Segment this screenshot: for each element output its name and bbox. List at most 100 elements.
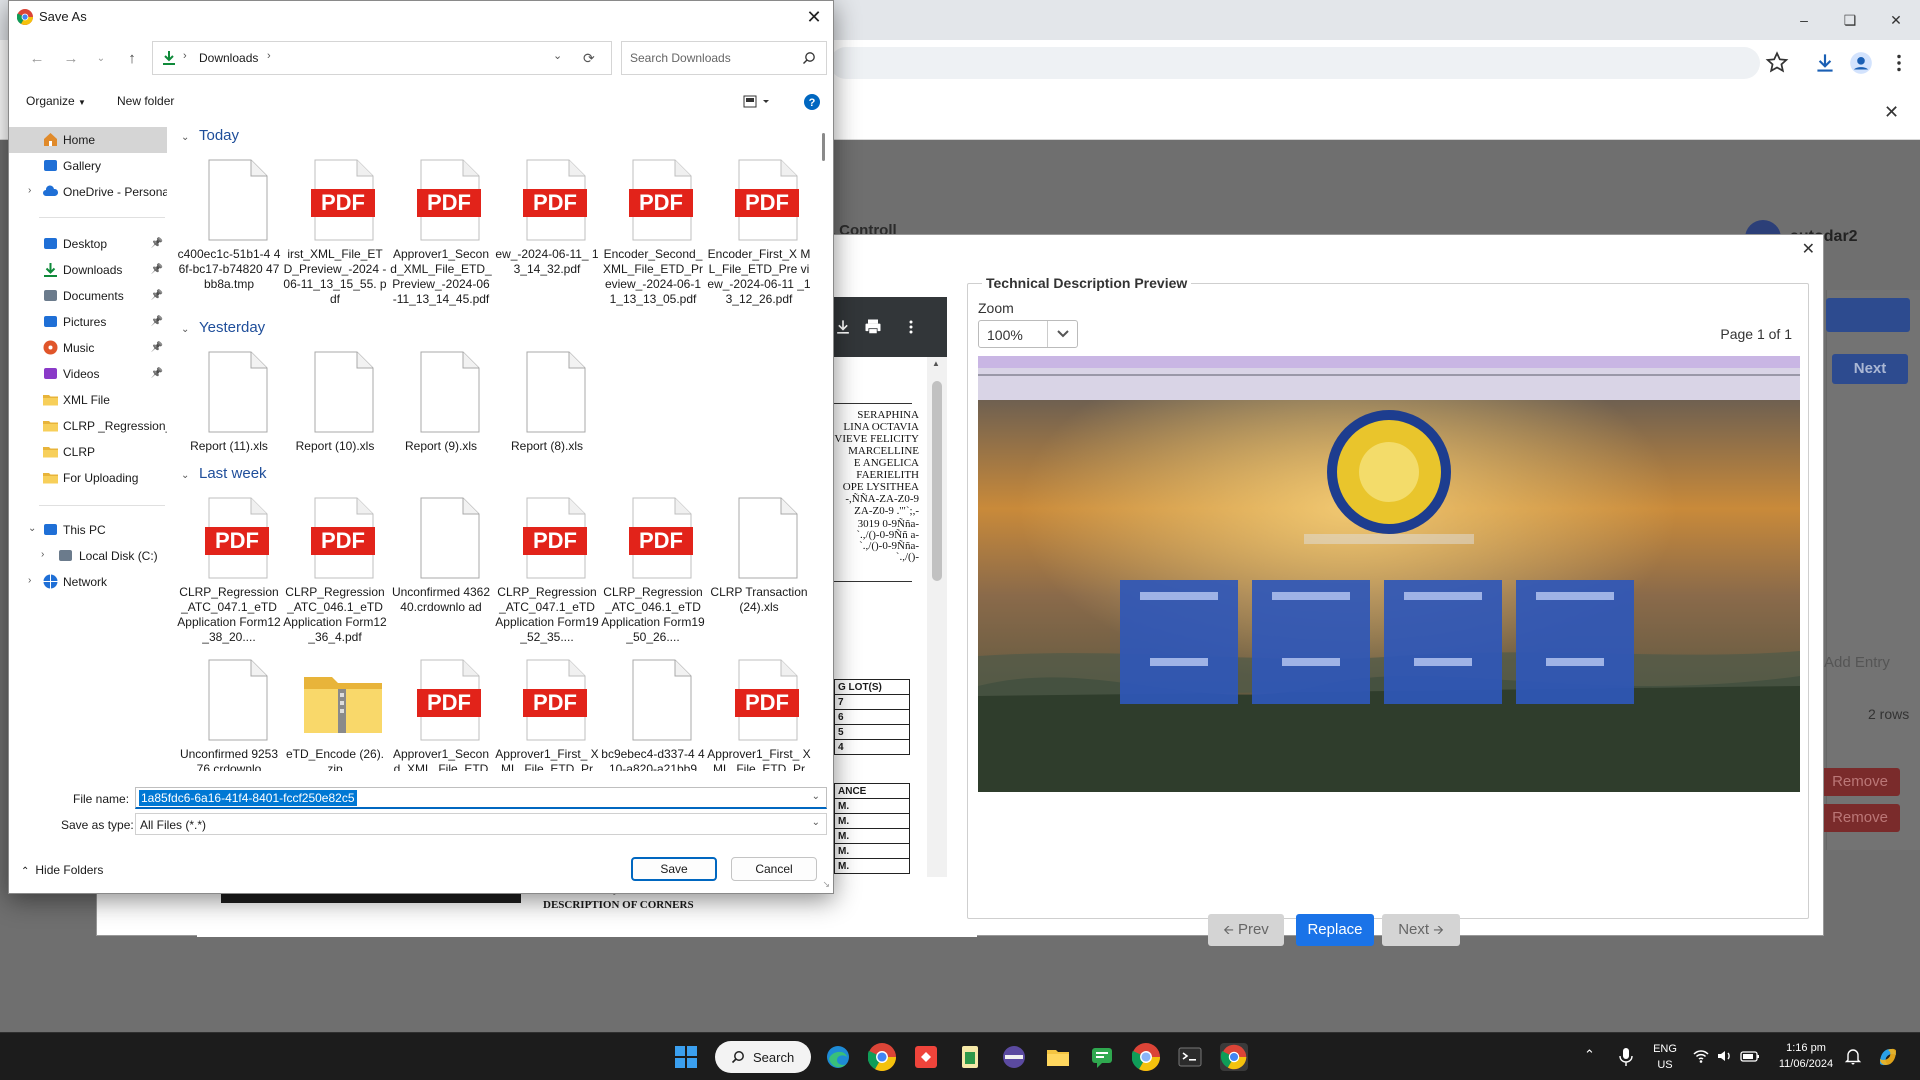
file-item[interactable]: Report (10).xls (283, 351, 387, 487)
nav-item-local-disk-c[interactable]: › Local Disk (C:) (9, 543, 167, 569)
language-bottom[interactable]: US (1650, 1059, 1680, 1071)
edge-icon[interactable] (824, 1043, 852, 1071)
nav-item-xml-file[interactable]: XML File (9, 387, 167, 413)
zoom-select[interactable]: 100% (978, 320, 1078, 348)
pin-icon[interactable]: 📌 (151, 290, 163, 301)
file-item[interactable]: PDF Encoder_Second_ XML_File_ETD_Pr eview… (601, 159, 705, 306)
path-breadcrumb[interactable]: › Downloads › ⌄ ⟳ (152, 41, 612, 75)
pdf-print-icon[interactable] (863, 317, 883, 337)
clock-date[interactable]: 11/06/2024 (1766, 1058, 1846, 1070)
file-item[interactable]: eTD_Encode (26).zip (283, 659, 387, 771)
chat-icon[interactable] (1088, 1043, 1116, 1071)
file-item[interactable]: Unconfirmed 925376.crdownlo (177, 659, 281, 771)
group-header-yesterday[interactable]: ⌄ Yesterday (181, 319, 265, 336)
replace-button[interactable]: Replace (1296, 914, 1374, 946)
more-menu-icon[interactable] (1886, 50, 1912, 76)
organize-button[interactable]: Organize ▼ (26, 94, 86, 108)
next-button[interactable]: Next 🡪 (1382, 914, 1460, 946)
file-item[interactable]: Report (8).xls (495, 351, 599, 487)
pdf-scroll-thumb[interactable] (932, 381, 942, 581)
file-item[interactable]: Unconfirmed 436240.crdownlo ad (389, 497, 493, 633)
back-arrow-icon[interactable]: ← (27, 49, 47, 69)
group-header-last-week[interactable]: ⌄ Last week (181, 465, 267, 482)
refresh-icon[interactable]: ⟳ (583, 50, 595, 67)
file-item[interactable]: PDF Approver1_First_ XML_File_ETD_Pr (707, 659, 811, 771)
save-type-select[interactable]: All Files (*.*) ⌄ (135, 813, 827, 835)
file-name-dropdown-icon[interactable]: ⌄ (812, 791, 820, 802)
nav-item-desktop[interactable]: Desktop 📌 (9, 231, 167, 257)
view-options-icon[interactable] (743, 94, 773, 110)
address-bar[interactable] (830, 47, 1760, 79)
pdf-download-icon[interactable] (833, 317, 853, 337)
pin-icon[interactable]: 📌 (151, 316, 163, 327)
notification-bell-icon[interactable] (1844, 1047, 1862, 1065)
wifi-icon[interactable] (1692, 1047, 1710, 1065)
file-item[interactable]: PDF Approver1_First_ XML_File_ETD_Pr (495, 659, 599, 771)
file-explorer-icon[interactable] (1044, 1043, 1072, 1071)
file-name-input[interactable]: 1a85fdc6-6a16-41f4-8401-fccf250e82c5 ⌄ (135, 787, 827, 809)
prev-button[interactable]: 🡨 Prev (1208, 914, 1284, 946)
infobar-close-icon[interactable]: ✕ (1884, 102, 1899, 123)
chevron-down-icon[interactable]: ⌄ (28, 523, 36, 534)
nav-item-home[interactable]: Home (9, 127, 167, 153)
battery-icon[interactable] (1740, 1048, 1760, 1064)
language-top[interactable]: ENG (1650, 1043, 1680, 1055)
taskbar-search[interactable]: Search (715, 1041, 811, 1073)
file-item[interactable]: PDF CLRP_Regression _ATC_046.1_eTD Applic… (283, 497, 387, 644)
profile-icon[interactable] (1848, 50, 1874, 76)
hide-folders-toggle[interactable]: ⌃ Hide Folders (21, 863, 103, 877)
recent-chevron-icon[interactable]: ⌄ (91, 49, 111, 69)
up-arrow-icon[interactable]: ↑ (122, 49, 142, 69)
nav-item-for-uploading[interactable]: For Uploading (9, 465, 167, 491)
nav-item-documents[interactable]: Documents 📌 (9, 283, 167, 309)
file-item[interactable]: PDF Encoder_First_X ML_File_ETD_Pre view_… (707, 159, 811, 306)
file-item[interactable]: Report (9).xls (389, 351, 493, 487)
chrome-icon[interactable] (868, 1043, 896, 1071)
terminal-icon[interactable] (1176, 1043, 1204, 1071)
file-item[interactable]: PDF Approver1_Secon d_XML_File_ETD (389, 659, 493, 771)
pin-icon[interactable]: 📌 (151, 238, 163, 249)
nav-item-clrp-regression-a[interactable]: CLRP _Regression_A (9, 413, 167, 439)
anydesk-icon[interactable] (912, 1043, 940, 1071)
chevron-right-icon[interactable]: › (28, 575, 31, 586)
nav-item-this-pc[interactable]: ⌄ This PC (9, 517, 167, 543)
file-item[interactable]: PDF Approver1_Secon d_XML_File_ETD_ Previ… (389, 159, 493, 306)
new-folder-button[interactable]: New folder (117, 94, 174, 108)
nav-item-network[interactable]: › Network (9, 569, 167, 595)
forward-arrow-icon[interactable]: → (61, 49, 81, 69)
nav-item-clrp[interactable]: CLRP (9, 439, 167, 465)
pin-icon[interactable]: 📌 (151, 342, 163, 353)
resize-grip-icon[interactable]: ↘ (822, 879, 830, 890)
group-header-today[interactable]: ⌄ Today (181, 127, 239, 144)
save-button[interactable]: Save (631, 857, 717, 881)
file-item[interactable]: PDF CLRP_Regression _ATC_047.1_eTD Applic… (177, 497, 281, 644)
nav-item-gallery[interactable]: Gallery (9, 153, 167, 179)
nav-item-videos[interactable]: Videos 📌 (9, 361, 167, 387)
file-item[interactable]: PDF ew_-2024-06-11_ 13_14_32.pdf (495, 159, 599, 295)
pdf-scrollbar[interactable]: ▲ ▼ (927, 357, 947, 909)
close-window-icon[interactable]: ✕ (1884, 8, 1908, 32)
file-item[interactable]: PDF CLRP_Regression _ATC_047.1_eTD Applic… (495, 497, 599, 644)
pin-icon[interactable]: 📌 (151, 264, 163, 275)
breadcrumb-downloads[interactable]: Downloads (199, 51, 258, 65)
tray-overflow-icon[interactable]: ⌃ (1584, 1047, 1595, 1063)
pdf-more-icon[interactable] (901, 317, 921, 337)
clock-time[interactable]: 1:16 pm (1766, 1042, 1846, 1054)
nav-item-downloads[interactable]: Downloads 📌 (9, 257, 167, 283)
path-dropdown-icon[interactable]: ⌄ (553, 49, 562, 62)
help-icon[interactable]: ? (803, 93, 821, 111)
chevron-right-icon[interactable]: › (28, 185, 31, 196)
pin-icon[interactable]: 📌 (151, 368, 163, 379)
copilot-icon[interactable] (1874, 1043, 1902, 1071)
bookmark-star-icon[interactable] (1764, 50, 1790, 76)
file-list-scrollbar[interactable] (819, 127, 829, 767)
nav-item-pictures[interactable]: Pictures 📌 (9, 309, 167, 335)
chrome-active-icon[interactable] (1220, 1043, 1248, 1071)
dialog-close-icon[interactable]: ✕ (799, 3, 829, 31)
modal-close-icon[interactable]: ✕ (1802, 239, 1815, 259)
downloads-icon[interactable] (1812, 50, 1838, 76)
windows-start-icon[interactable] (672, 1043, 700, 1071)
file-item[interactable]: CLRP Transaction (24).xls (707, 497, 811, 633)
file-item[interactable]: PDF irst_XML_File_ET D_Preview_-2024 -06-… (283, 159, 387, 306)
file-item[interactable]: c400ec1c-51b1-4 46f-bc17-b74820 47bb8a.t… (177, 159, 281, 295)
